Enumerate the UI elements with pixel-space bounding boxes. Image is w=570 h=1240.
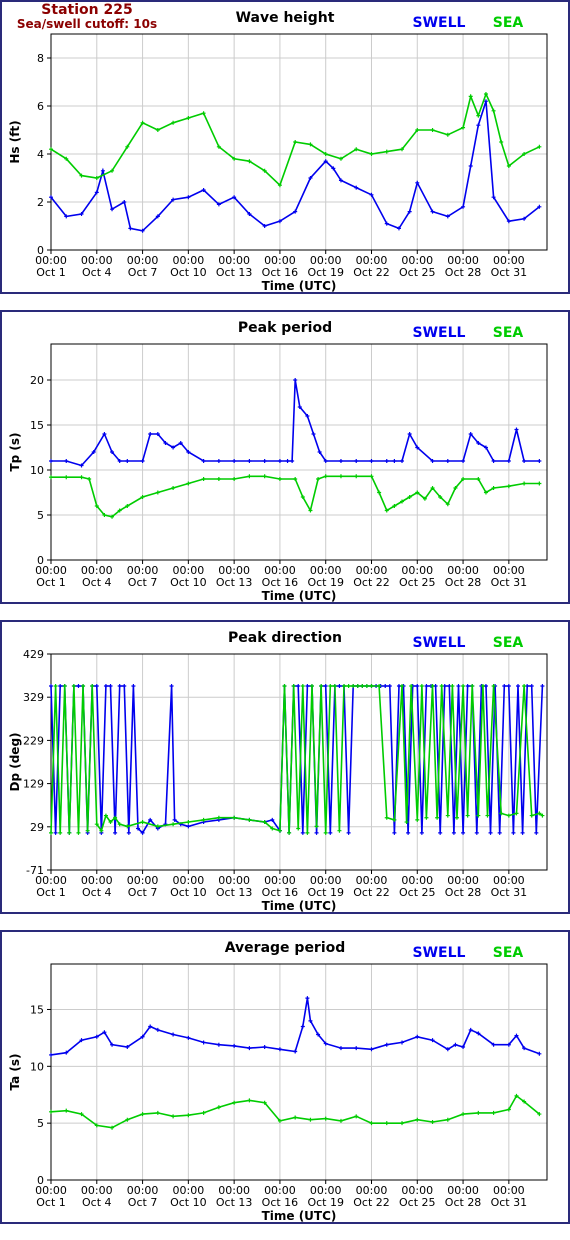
x-tick-date: Oct 7 [128, 266, 158, 279]
x-axis-label: Time (UTC) [262, 589, 337, 602]
y-tick-label: 10 [30, 464, 44, 477]
x-axis-label: Time (UTC) [262, 1209, 337, 1222]
y-tick-label: 2 [37, 196, 44, 209]
y-tick-label: 329 [23, 691, 44, 704]
x-tick-date: Oct 10 [170, 1196, 207, 1209]
legend-swell: SWELL [413, 945, 466, 961]
x-axis-label: Time (UTC) [262, 279, 337, 292]
y-tick-label: 15 [30, 1003, 44, 1016]
y-tick-label: 5 [37, 509, 44, 522]
x-tick-date: Oct 13 [216, 576, 253, 589]
legend-swell: SWELL [413, 635, 466, 651]
x-tick-date: Oct 7 [128, 1196, 158, 1209]
x-tick-date: Oct 4 [82, 886, 112, 899]
x-tick-date: Oct 28 [445, 886, 482, 899]
legend-swell: SWELL [413, 15, 466, 31]
x-tick-date: Oct 19 [307, 886, 344, 899]
y-tick-label: 4 [37, 148, 44, 161]
peak-direction-chart: -712912922932942900:00Oct 100:00Oct 400:… [8, 630, 548, 912]
legend-swell: SWELL [413, 325, 466, 341]
y-axis-label: Ta (s) [8, 1053, 22, 1090]
x-tick-date: Oct 31 [491, 266, 528, 279]
peak-period-panel: 0 5 10 15 20 00:00 Oct 1 00:00 Oct 4 00:00 Oct 7 00… [0, 310, 570, 604]
x-tick-date: Oct 22 [353, 1196, 390, 1209]
plot-area [50, 963, 548, 1181]
average-period-panel: 0 5 10 15 00:00 Oct 1 00:00 Oct 4 00:00 Oct 7 00:0… [0, 930, 570, 1224]
y-axis-label: Tp (s) [8, 432, 22, 471]
legend-sea: SEA [493, 635, 524, 651]
y-tick-label: 29 [30, 821, 44, 834]
legend-sea: SEA [493, 15, 524, 31]
x-tick-date: Oct 22 [353, 266, 390, 279]
x-tick-date: Oct 10 [170, 266, 207, 279]
chart-title: Peak direction [228, 630, 342, 646]
x-tick-date: Oct 4 [82, 576, 112, 589]
legend-sea: SEA [493, 945, 524, 961]
x-tick-date: Oct 31 [491, 576, 528, 589]
x-tick-date: Oct 1 [36, 886, 66, 899]
y-tick-label: 129 [23, 778, 44, 791]
x-tick-date: Oct 28 [445, 576, 482, 589]
x-tick-date: Oct 10 [170, 886, 207, 899]
y-tick-label: 429 [23, 648, 44, 661]
x-tick-date: Oct 25 [399, 576, 436, 589]
wave-height-panel: Station 225 Sea/swell cutoff: 10s 024680… [0, 0, 570, 294]
x-tick-date: Oct 1 [36, 266, 66, 279]
y-tick-label: 5 [37, 1117, 44, 1130]
peak-direction-panel: -71 29 129 229 329 429 00:00 Oct 1 00:00 Oct 4 00:… [0, 620, 570, 914]
x-tick-date: Oct 16 [262, 1196, 299, 1209]
x-tick-date: Oct 1 [36, 576, 66, 589]
peak-period-chart: 0510152000:00Oct 100:00Oct 400:00Oct 700… [8, 320, 548, 602]
y-tick-label: 10 [30, 1060, 44, 1073]
chart-title: Average period [225, 940, 346, 956]
y-tick-label: 8 [37, 52, 44, 65]
x-tick-date: Oct 13 [216, 1196, 253, 1209]
x-tick-date: Oct 19 [307, 576, 344, 589]
x-tick-date: Oct 4 [82, 1196, 112, 1209]
x-tick-date: Oct 16 [262, 266, 299, 279]
x-tick-date: Oct 25 [399, 266, 436, 279]
chart-title: Wave height [236, 10, 335, 26]
plot-area [50, 343, 548, 561]
x-tick-date: Oct 19 [307, 266, 344, 279]
average-period-chart: 05101500:00Oct 100:00Oct 400:00Oct 700:0… [8, 940, 548, 1222]
x-tick-date: Oct 28 [445, 1196, 482, 1209]
x-tick-date: Oct 16 [262, 886, 299, 899]
x-tick-date: Oct 25 [399, 886, 436, 899]
x-tick-date: Oct 22 [353, 576, 390, 589]
x-tick-date: Oct 19 [307, 1196, 344, 1209]
x-axis-label: Time (UTC) [262, 899, 337, 912]
y-tick-label: 15 [30, 419, 44, 432]
y-tick-label: 229 [23, 734, 44, 747]
x-tick-date: Oct 25 [399, 1196, 436, 1209]
x-tick-date: Oct 13 [216, 886, 253, 899]
x-tick-date: Oct 7 [128, 886, 158, 899]
x-tick-date: Oct 31 [491, 1196, 528, 1209]
x-tick-date: Oct 22 [353, 886, 390, 899]
wave-height-chart: 0246800:00Oct 100:00Oct 400:00Oct 700:00… [8, 10, 548, 292]
x-tick-date: Oct 10 [170, 576, 207, 589]
x-tick-date: Oct 1 [36, 1196, 66, 1209]
x-tick-date: Oct 4 [82, 266, 112, 279]
chart-title: Peak period [238, 320, 332, 336]
y-axis-label: Hs (ft) [8, 120, 22, 163]
x-tick-date: Oct 31 [491, 886, 528, 899]
y-tick-label: 6 [37, 100, 44, 113]
legend-sea: SEA [493, 325, 524, 341]
y-axis-label: Dp (deg) [8, 732, 22, 791]
x-tick-date: Oct 7 [128, 576, 158, 589]
x-tick-date: Oct 16 [262, 576, 299, 589]
x-tick-date: Oct 28 [445, 266, 482, 279]
x-tick-date: Oct 13 [216, 266, 253, 279]
y-tick-label: 20 [30, 374, 44, 387]
